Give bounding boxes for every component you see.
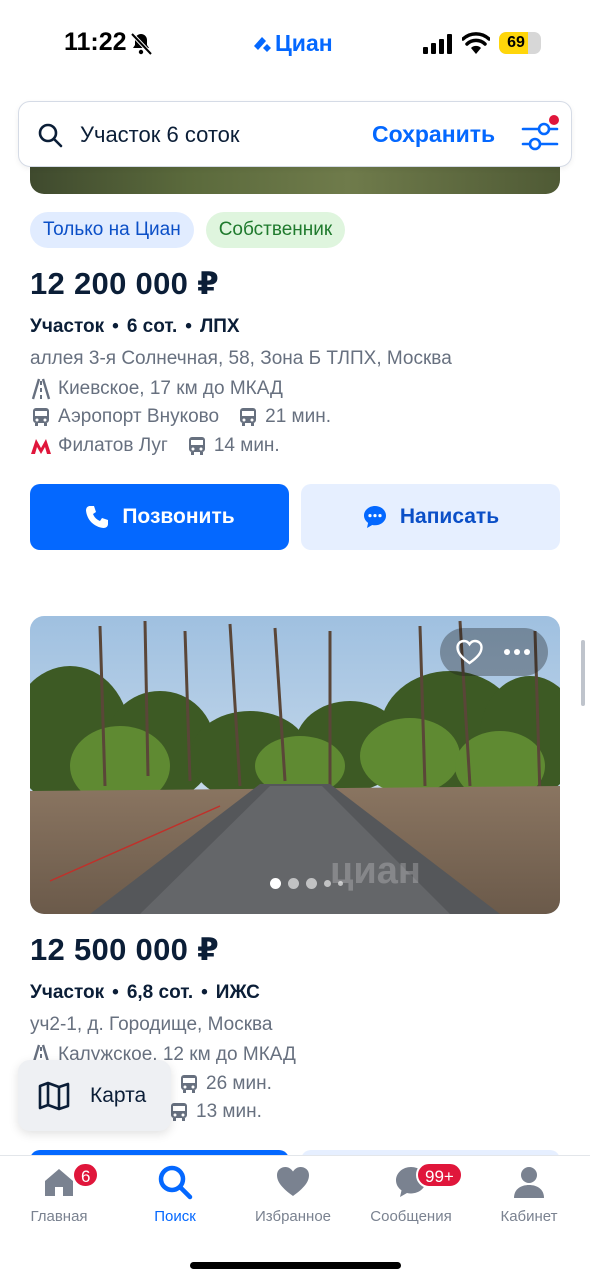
pagination-dot bbox=[288, 878, 299, 889]
bell-off-icon bbox=[130, 32, 153, 56]
param-type: Участок bbox=[30, 982, 105, 1003]
listing-badges: Только на Циан Собственник bbox=[30, 212, 346, 248]
heart-icon[interactable] bbox=[456, 639, 483, 665]
metro-row: Филатов Луг 14 мин. bbox=[30, 435, 280, 457]
station-time: 21 мин. bbox=[265, 406, 331, 427]
map-button-label: Карта bbox=[90, 1083, 147, 1107]
search-icon bbox=[158, 1165, 193, 1200]
badge-only-cian: Только на Циан bbox=[30, 212, 194, 248]
call-button-label: Позвонить bbox=[122, 505, 235, 528]
brand-name: Циан bbox=[275, 30, 333, 56]
metro-icon bbox=[31, 439, 51, 454]
pagination-dot bbox=[338, 881, 343, 886]
bus-icon bbox=[188, 437, 205, 455]
highway-row: Киевское, 17 км до МКАД bbox=[30, 378, 283, 400]
tab-label: Главная bbox=[30, 1208, 88, 1225]
highway-text: Киевское, 17 км до МКАД bbox=[58, 378, 283, 399]
notification-badge: 6 bbox=[72, 1162, 100, 1188]
bus-icon bbox=[240, 408, 257, 426]
map-button[interactable]: Карта bbox=[18, 1060, 171, 1131]
call-button[interactable]: Позвонить bbox=[30, 484, 289, 550]
scrollbar[interactable] bbox=[581, 640, 585, 706]
tab-messages[interactable]: 99+ Сообщения bbox=[352, 1162, 470, 1225]
param-area: 6,8 сот. bbox=[126, 982, 194, 1003]
listing-address: уч2-1, д. Городище, Москва bbox=[30, 1014, 273, 1035]
bus-icon bbox=[171, 1103, 187, 1121]
param-area: 6 сот. bbox=[126, 316, 178, 337]
badge-owner: Собственник bbox=[205, 212, 346, 248]
user-icon bbox=[514, 1167, 544, 1198]
home-icon bbox=[45, 1169, 73, 1196]
listing-address: аллея 3-я Солнечная, 58, Зона Б ТЛПХ, Мо… bbox=[30, 348, 452, 369]
home-indicator bbox=[190, 1262, 401, 1269]
station-row: Аэропорт Внуково 21 мин. bbox=[30, 406, 331, 428]
map-icon bbox=[38, 1081, 70, 1110]
photo-actions bbox=[440, 628, 548, 676]
station-time: 26 мин. bbox=[206, 1073, 272, 1094]
phone-icon bbox=[86, 506, 109, 528]
more-icon[interactable] bbox=[502, 639, 532, 665]
station-time: 13 мин. bbox=[196, 1101, 262, 1122]
tab-profile[interactable]: Кабинет bbox=[470, 1164, 588, 1225]
tab-label: Поиск bbox=[154, 1208, 196, 1225]
param-purpose: ИЖС bbox=[215, 982, 260, 1003]
param-purpose: ЛПХ bbox=[199, 316, 240, 337]
listing-params: Участок • 6,8 сот. • ИЖС bbox=[30, 982, 260, 1003]
listing-price: 12 200 000 ₽ bbox=[30, 266, 219, 301]
pagination-dot bbox=[270, 878, 281, 889]
tab-label: Сообщения bbox=[370, 1208, 452, 1225]
highway-icon bbox=[31, 378, 51, 400]
listing-params: Участок • 6 сот. • ЛПХ bbox=[30, 316, 240, 337]
photo-watermark: циан bbox=[330, 850, 421, 892]
bus-icon bbox=[181, 1075, 197, 1093]
tab-search[interactable]: Поиск bbox=[116, 1164, 234, 1225]
pagination-dot bbox=[324, 880, 331, 887]
write-button-label: Написать bbox=[399, 505, 500, 528]
param-type: Участок bbox=[30, 316, 105, 337]
signal-icon bbox=[423, 34, 452, 54]
write-button[interactable]: Написать bbox=[301, 484, 560, 550]
heart-icon bbox=[277, 1167, 309, 1196]
photo-pagination bbox=[270, 878, 343, 889]
search-bar[interactable]: Участок 6 соток Сохранить bbox=[18, 101, 572, 167]
pagination-dot bbox=[306, 878, 317, 889]
wifi-icon bbox=[462, 32, 490, 54]
notification-badge: 99+ bbox=[416, 1162, 463, 1188]
search-query[interactable]: Участок 6 соток bbox=[80, 122, 240, 148]
station-name: Аэропорт Внуково bbox=[58, 406, 220, 427]
search-icon bbox=[38, 123, 63, 148]
battery-percent: 69 bbox=[507, 34, 525, 51]
tab-home[interactable]: 6 Главная bbox=[0, 1162, 118, 1225]
tab-label: Избранное bbox=[254, 1208, 332, 1225]
station-row: 13 мин. bbox=[168, 1101, 262, 1123]
brand-logo: Циан bbox=[252, 30, 333, 57]
filter-icon[interactable] bbox=[519, 114, 561, 156]
station-row: 26 мин. bbox=[178, 1073, 272, 1095]
battery-indicator: 69 bbox=[499, 32, 541, 54]
chat-icon bbox=[363, 506, 386, 528]
metro-time: 14 мин. bbox=[213, 435, 280, 456]
listing-price: 12 500 000 ₽ bbox=[30, 932, 219, 967]
tab-label: Кабинет bbox=[500, 1208, 558, 1225]
cian-logo-icon bbox=[254, 36, 271, 52]
metro-name: Филатов Луг bbox=[58, 435, 168, 456]
status-time: 11:22 bbox=[64, 28, 127, 56]
save-search-button[interactable]: Сохранить bbox=[372, 121, 495, 148]
status-bar: 11:22 Циан 69 bbox=[0, 0, 590, 88]
tab-favorites[interactable]: Избранное bbox=[234, 1164, 352, 1225]
bus-icon bbox=[33, 408, 49, 426]
